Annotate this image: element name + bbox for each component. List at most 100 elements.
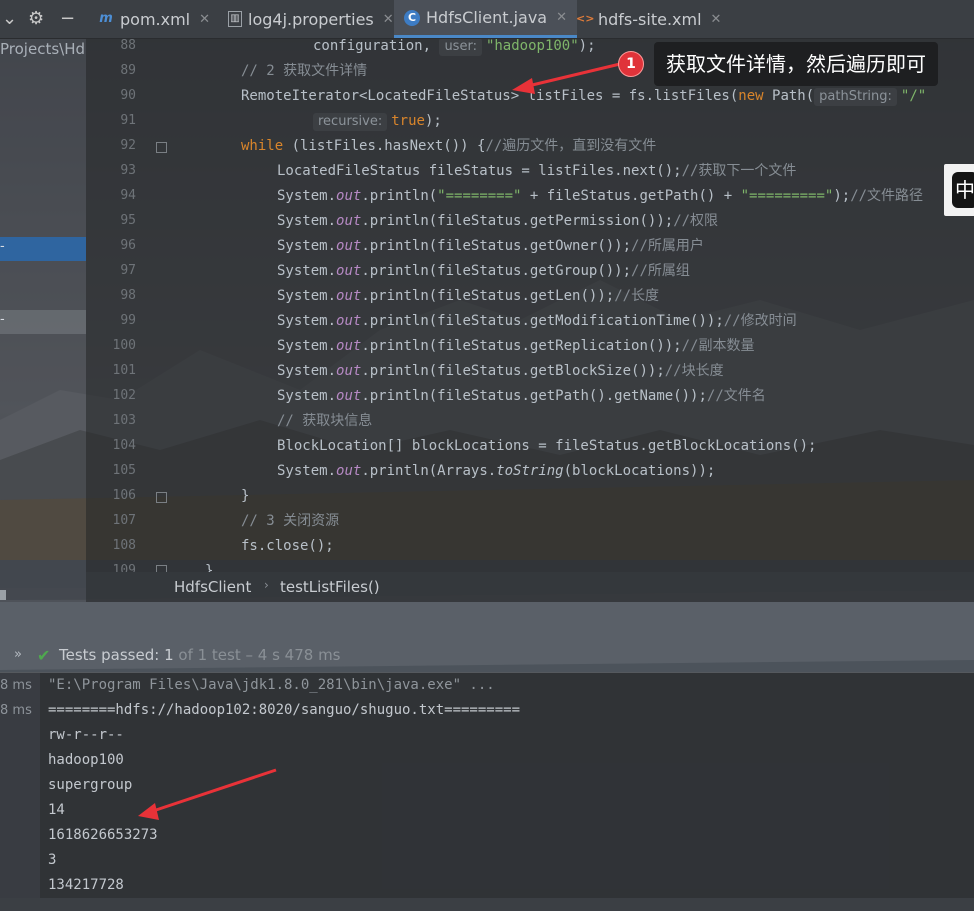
code-line-92: while (listFiles.hasNext()) {//遍历文件，直到没有… xyxy=(241,138,657,154)
close-icon[interactable]: ✕ xyxy=(199,12,210,27)
code-line-102: System.out.println(fileStatus.getPath().… xyxy=(277,388,766,404)
line-number: 96 xyxy=(120,238,136,253)
code-line-104: BlockLocation[] blockLocations = fileSta… xyxy=(277,438,817,454)
tab-pom-xml[interactable]: m pom.xml ✕ xyxy=(88,0,220,38)
console-output[interactable]: "E:\Program Files\Java\jdk1.8.0_281\bin\… xyxy=(40,673,974,898)
line-number: 100 xyxy=(112,338,136,353)
tree-arrow-icon[interactable]: - xyxy=(0,312,5,327)
tab-label: log4j.properties xyxy=(248,9,374,29)
console-line: 14 xyxy=(48,802,65,818)
project-tool-window: Projects\Hd - - xyxy=(0,38,86,600)
line-number: 89 xyxy=(120,63,136,78)
console-line: 134217728 xyxy=(48,877,124,893)
code-line-100: System.out.println(fileStatus.getReplica… xyxy=(277,338,755,354)
project-tree-item[interactable] xyxy=(0,310,86,334)
console-line: 3 xyxy=(48,852,57,868)
line-number: 101 xyxy=(112,363,136,378)
breadcrumb-class[interactable]: HdfsClient xyxy=(174,578,251,596)
properties-file-icon: ▥ xyxy=(228,11,242,27)
step-badge: 1 xyxy=(618,51,644,77)
code-line-101: System.out.println(fileStatus.getBlockSi… xyxy=(277,363,724,379)
expand-icon[interactable]: » xyxy=(14,647,22,662)
code-line-98: System.out.println(fileStatus.getLen());… xyxy=(277,288,660,304)
tab-hdfsclient-java[interactable]: C HdfsClient.java ✕ xyxy=(394,0,577,38)
line-number: 98 xyxy=(120,288,136,303)
maven-icon: m xyxy=(99,11,113,26)
test-tree[interactable]: 8 ms 8 ms xyxy=(0,673,40,898)
minimize-icon[interactable]: − xyxy=(60,8,75,29)
tab-label: HdfsClient.java xyxy=(426,8,548,27)
param-hint-pathstring: pathString: xyxy=(814,88,897,106)
code-line-109: } xyxy=(205,563,214,572)
status-bar xyxy=(0,898,974,911)
code-line-107: // 3 关闭资源 xyxy=(241,513,340,529)
ime-indicator[interactable]: 中 xyxy=(944,164,974,216)
console-line: 1618626653273 xyxy=(48,827,158,843)
console-line: rw-r--r-- xyxy=(48,727,124,743)
breadcrumb: HdfsClient › testListFiles() xyxy=(86,572,974,602)
line-number: 103 xyxy=(112,413,136,428)
code-line-88: configuration, user: "hadoop100"); xyxy=(313,38,596,56)
breadcrumb-method[interactable]: testListFiles() xyxy=(280,578,380,596)
test-status: Tests passed: 1 of 1 test – 4 s 478 ms xyxy=(59,646,341,664)
ime-language-icon: 中 xyxy=(952,172,974,208)
test-duration: 8 ms xyxy=(0,703,32,718)
code-line-99: System.out.println(fileStatus.getModific… xyxy=(277,313,797,329)
editor-tab-bar: ⌄ ⚙ − m pom.xml ✕ ▥ log4j.properties ✕ C… xyxy=(0,0,974,39)
annotation-callout: 获取文件详情，然后遍历即可 xyxy=(654,42,938,86)
tab-label: hdfs-site.xml xyxy=(598,9,702,29)
java-class-icon: C xyxy=(404,9,420,26)
line-number: 99 xyxy=(120,313,136,328)
expand-icon[interactable]: ⌄ xyxy=(2,8,17,29)
tree-arrow-icon[interactable]: - xyxy=(0,239,5,254)
console-line: "E:\Program Files\Java\jdk1.8.0_281\bin\… xyxy=(48,677,495,693)
horizontal-scrollbar[interactable] xyxy=(0,588,86,602)
breadcrumb-separator: › xyxy=(264,578,269,592)
line-number: 106 xyxy=(112,488,136,503)
line-number: 104 xyxy=(112,438,136,453)
console-line: hadoop100 xyxy=(48,752,124,768)
line-number: 90 xyxy=(120,88,136,103)
code-line-94: System.out.println("========" + fileStat… xyxy=(277,188,924,204)
code-line-103: // 获取块信息 xyxy=(277,413,373,429)
line-number: 97 xyxy=(120,263,136,278)
line-number: 109 xyxy=(112,563,136,572)
code-line-93: LocatedFileStatus fileStatus = listFiles… xyxy=(277,163,797,179)
line-number: 102 xyxy=(112,388,136,403)
line-number: 107 xyxy=(112,513,136,528)
xml-file-icon: <> xyxy=(576,12,595,25)
tab-hdfs-site-xml[interactable]: <> hdfs-site.xml ✕ xyxy=(566,0,731,38)
param-hint-user: user: xyxy=(439,38,482,56)
code-line-108: fs.close(); xyxy=(241,538,334,554)
tab-label: pom.xml xyxy=(120,9,191,29)
test-duration: 8 ms xyxy=(0,678,32,693)
code-line-90: RemoteIterator<LocatedFileStatus> listFi… xyxy=(241,88,927,106)
code-editor[interactable]: 88 89 90 91 92 93 94 95 96 97 98 99 100 … xyxy=(86,38,974,572)
line-number-gutter: 88 89 90 91 92 93 94 95 96 97 98 99 100 … xyxy=(86,38,136,572)
console-line: supergroup xyxy=(48,777,133,793)
divider xyxy=(0,672,974,673)
project-tree-selected-item[interactable] xyxy=(0,237,86,261)
line-number: 108 xyxy=(112,538,136,553)
project-path[interactable]: Projects\Hd xyxy=(0,40,85,58)
code-area[interactable]: configuration, user: "hadoop100"); // 2 获… xyxy=(140,38,974,572)
run-status-bar: » ✔ Tests passed: 1 of 1 test – 4 s 478 … xyxy=(0,640,974,672)
close-icon[interactable]: ✕ xyxy=(383,12,394,27)
line-number: 95 xyxy=(120,213,136,228)
project-toolbar: ⌄ ⚙ − xyxy=(0,0,86,38)
code-line-97: System.out.println(fileStatus.getGroup()… xyxy=(277,263,690,279)
line-number: 94 xyxy=(120,188,136,203)
check-icon: ✔ xyxy=(37,646,51,665)
gear-icon[interactable]: ⚙ xyxy=(28,8,44,29)
line-number: 92 xyxy=(120,138,136,153)
code-line-95: System.out.println(fileStatus.getPermiss… xyxy=(277,213,719,229)
console-line: ========hdfs://hadoop102:8020/sanguo/shu… xyxy=(48,702,521,718)
close-icon[interactable]: ✕ xyxy=(711,12,722,27)
code-line-96: System.out.println(fileStatus.getOwner()… xyxy=(277,238,704,254)
scrollbar-thumb[interactable] xyxy=(0,590,6,600)
line-number: 91 xyxy=(120,113,136,128)
code-line-89: // 2 获取文件详情 xyxy=(241,63,368,79)
tab-log4j-properties[interactable]: ▥ log4j.properties ✕ xyxy=(218,0,404,38)
line-number: 105 xyxy=(112,463,136,478)
code-line-91: recursive: true); xyxy=(313,110,442,132)
